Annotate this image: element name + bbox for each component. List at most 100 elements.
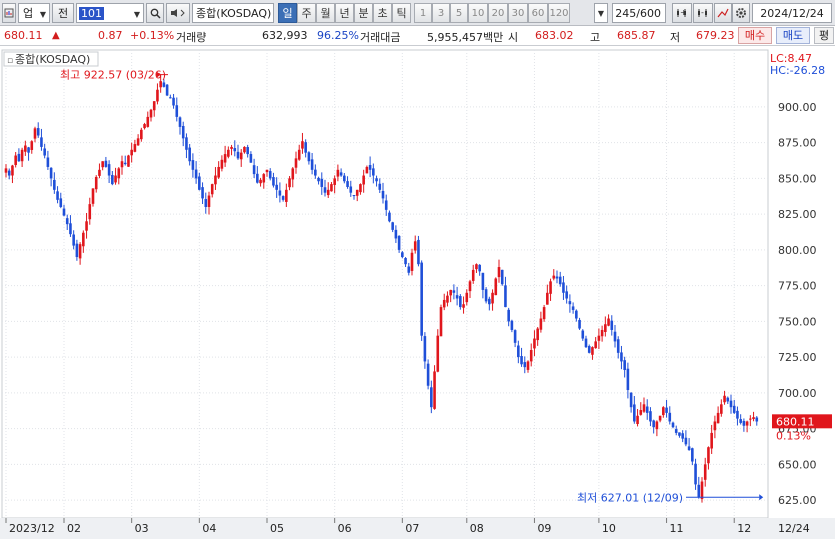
candle-body <box>539 318 543 330</box>
type-label: 전 <box>57 7 69 20</box>
candle-body <box>307 152 311 162</box>
candle-body <box>230 146 233 149</box>
candle-body <box>703 464 707 480</box>
candle-body <box>401 252 404 258</box>
interval-button-20[interactable]: 20 <box>488 3 508 23</box>
candle-body <box>745 421 749 426</box>
interval-button-5[interactable]: 5 <box>450 3 468 23</box>
candle-body <box>239 152 243 160</box>
period-button-2[interactable]: 월 <box>316 3 335 23</box>
chevron-down-icon: ▼ <box>597 8 605 18</box>
type-button[interactable]: 전 <box>52 3 74 23</box>
code-input[interactable]: 101 ▼ <box>76 3 144 23</box>
candle-body <box>587 346 591 353</box>
interval-button-120[interactable]: 120 <box>548 3 570 23</box>
candle-body <box>165 84 169 96</box>
candle-body <box>645 406 649 413</box>
x-tick-label: 08 <box>470 522 484 535</box>
market-select[interactable]: 업 ▼ <box>18 3 50 23</box>
candle-body <box>259 179 262 184</box>
interval-button-30[interactable]: 30 <box>508 3 528 23</box>
candle-body <box>526 361 530 370</box>
candle-body <box>133 144 137 152</box>
search-icon[interactable] <box>146 3 164 23</box>
candle-body <box>381 190 385 199</box>
zoom-out-icon[interactable]: - <box>693 3 713 23</box>
candle-body <box>365 166 369 174</box>
candle-body <box>214 175 217 185</box>
candle-body <box>123 162 127 165</box>
count-field[interactable]: 245/600 <box>612 3 666 23</box>
candle-body <box>359 184 362 193</box>
candle-body <box>481 272 485 290</box>
line-tool-icon[interactable] <box>714 3 732 23</box>
x-tick-label: 12 <box>737 522 751 535</box>
period-button-5[interactable]: 초 <box>373 3 392 23</box>
candle-body <box>546 292 549 305</box>
candle-body <box>310 159 314 170</box>
candle-body <box>726 397 730 402</box>
candle-body <box>439 307 443 337</box>
y-tick-label: 825.00 <box>778 208 817 221</box>
candle-body <box>275 184 278 190</box>
candle-body <box>433 371 436 409</box>
period-button-6[interactable]: 틱 <box>392 3 411 23</box>
candle-body <box>65 218 69 225</box>
candle-body <box>314 169 317 176</box>
candle-body <box>252 165 256 175</box>
y-tick-label: 625.00 <box>778 494 817 507</box>
candle-body <box>152 101 156 111</box>
x-tick-label: 05 <box>270 522 284 535</box>
candle-body <box>294 158 298 168</box>
code-value: 101 <box>79 6 104 20</box>
x-tick-label: 09 <box>537 522 551 535</box>
candle-body <box>217 166 220 178</box>
candle-body <box>53 179 56 190</box>
y-tick-label: 725.00 <box>778 351 817 364</box>
period-button-4[interactable]: 분 <box>354 3 373 23</box>
period-button-1[interactable]: 주 <box>297 3 316 23</box>
candle-body <box>130 149 133 156</box>
candle-body <box>181 125 185 139</box>
candle-body <box>636 415 639 425</box>
index-name: 종합(KOSDAQ) <box>196 7 272 20</box>
candle-body <box>336 169 340 177</box>
period-button-3[interactable]: 년 <box>335 3 354 23</box>
candlestick-chart[interactable]: 900.00 875.00 850.00 825.00 800.00 775.00 750.… <box>0 46 835 539</box>
period-button-0[interactable]: 일 <box>278 3 297 23</box>
volume-value: 632,993 <box>262 29 308 42</box>
candle-body <box>484 289 488 302</box>
interval-button-1[interactable]: 1 <box>414 3 432 23</box>
candle-body <box>384 200 388 210</box>
toolbar: 업 ▼ 전 101 ▼ 종합(KOSDAQ) 일주월년분초틱 1 3 5 10 20 30… <box>0 0 835 26</box>
candle-body <box>172 97 175 106</box>
interval-button-10[interactable]: 10 <box>468 3 488 23</box>
interval-button-3[interactable]: 3 <box>432 3 450 23</box>
sell-button[interactable]: 매도 <box>776 27 810 44</box>
candle-body <box>452 290 456 293</box>
candle-body <box>671 422 675 428</box>
candle-body <box>732 405 736 413</box>
candle-body <box>633 404 636 422</box>
candle-body <box>220 159 224 169</box>
buy-button[interactable]: 매수 <box>738 27 772 44</box>
avg-button[interactable]: 평 <box>814 27 834 44</box>
candle-body <box>716 412 720 424</box>
candle-body <box>555 276 559 279</box>
candle-body <box>694 463 697 485</box>
candle-body <box>82 232 85 247</box>
interval-button-60[interactable]: 60 <box>528 3 548 23</box>
candle-body <box>127 155 130 167</box>
x-tick-label: 2023/12 <box>9 522 55 535</box>
sound-icon[interactable] <box>166 3 190 23</box>
candle-body <box>114 175 117 183</box>
candle-body <box>304 142 307 153</box>
x-tick-label: 06 <box>338 522 352 535</box>
gear-icon[interactable] <box>732 3 750 23</box>
candle-body <box>33 128 37 139</box>
chart-settings-icon[interactable] <box>2 3 16 23</box>
zoom-in-icon[interactable]: + <box>672 3 692 23</box>
date-field[interactable]: 2024/12/24 <box>752 3 832 23</box>
interval-dropdown[interactable]: ▼ <box>594 3 608 23</box>
y-tick-label: 875.00 <box>778 137 817 150</box>
